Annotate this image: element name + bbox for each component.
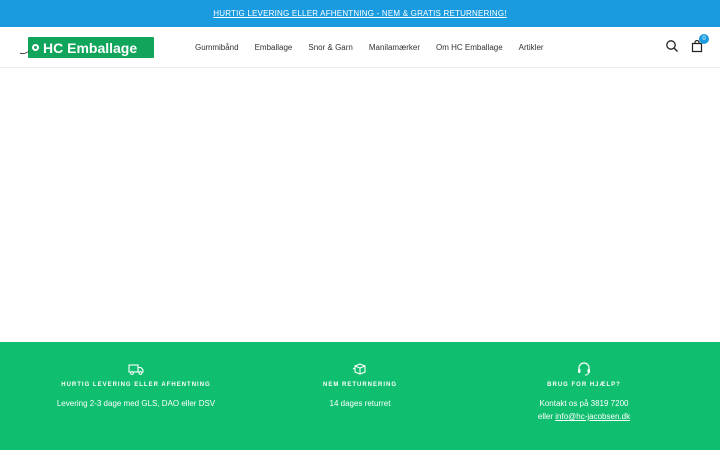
site-header: HC Emballage Gummibånd Emballage Snor & …: [0, 27, 720, 68]
main-content: [0, 68, 720, 341]
footer-features: HURTIG LEVERING ELLER AFHENTNING Leverin…: [0, 342, 720, 450]
main-nav: Gummibånd Emballage Snor & Garn Manilamæ…: [195, 27, 560, 68]
nav-item-artikler[interactable]: Artikler: [519, 43, 544, 52]
contact-phone: Kontakt os på 3819 7200: [539, 399, 629, 408]
return-box-icon: [352, 363, 366, 375]
feature-text: Kontakt os på 3819 7200 eller info@hc-ja…: [474, 397, 694, 423]
logo-link[interactable]: HC Emballage: [19, 37, 154, 58]
feature-title: BRUG FOR HJÆLP?: [547, 382, 621, 388]
nav-item-manilamaerker[interactable]: Manilamærker: [369, 43, 420, 52]
search-icon[interactable]: [665, 39, 679, 53]
nav-item-emballage[interactable]: Emballage: [255, 43, 293, 52]
nav-item-om-hc-emballage[interactable]: Om HC Emballage: [436, 43, 503, 52]
tag-string-icon: [19, 43, 30, 54]
feature-returns: NEM RETURNERING 14 dages returret: [250, 362, 470, 410]
feature-text: Levering 2-3 dage med GLS, DAO eller DSV: [56, 399, 216, 408]
feature-text: 14 dages returret: [329, 399, 391, 408]
nav-item-snor-garn[interactable]: Snor & Garn: [308, 43, 352, 52]
feature-title: NEM RETURNERING: [322, 382, 397, 388]
contact-email-link[interactable]: info@hc-jacobsen.dk: [555, 412, 630, 421]
tag-hole-icon: [32, 44, 39, 51]
feature-title: HURTIG LEVERING ELLER AFHENTNING: [61, 382, 211, 388]
header-actions: 0: [665, 34, 709, 53]
contact-email-prefix: eller: [537, 412, 556, 421]
headset-icon: [578, 362, 590, 376]
announcement-bar: HURTIG LEVERING ELLER AFHENTNING - NEM &…: [0, 0, 720, 27]
feature-delivery: HURTIG LEVERING ELLER AFHENTNING Leverin…: [26, 362, 246, 410]
cart-icon[interactable]: 0: [690, 34, 709, 53]
logo-text: HC Emballage: [43, 39, 138, 56]
contact-email-line: eller info@hc-jacobsen.dk: [474, 410, 694, 423]
logo: HC Emballage: [28, 37, 154, 58]
nav-item-gummibaand[interactable]: Gummibånd: [195, 43, 239, 52]
truck-icon: [128, 364, 144, 375]
announcement-link[interactable]: HURTIG LEVERING ELLER AFHENTNING - NEM &…: [213, 9, 507, 18]
cart-count-badge: 0: [699, 34, 709, 44]
feature-help: BRUG FOR HJÆLP? Kontakt os på 3819 7200 …: [474, 362, 694, 423]
